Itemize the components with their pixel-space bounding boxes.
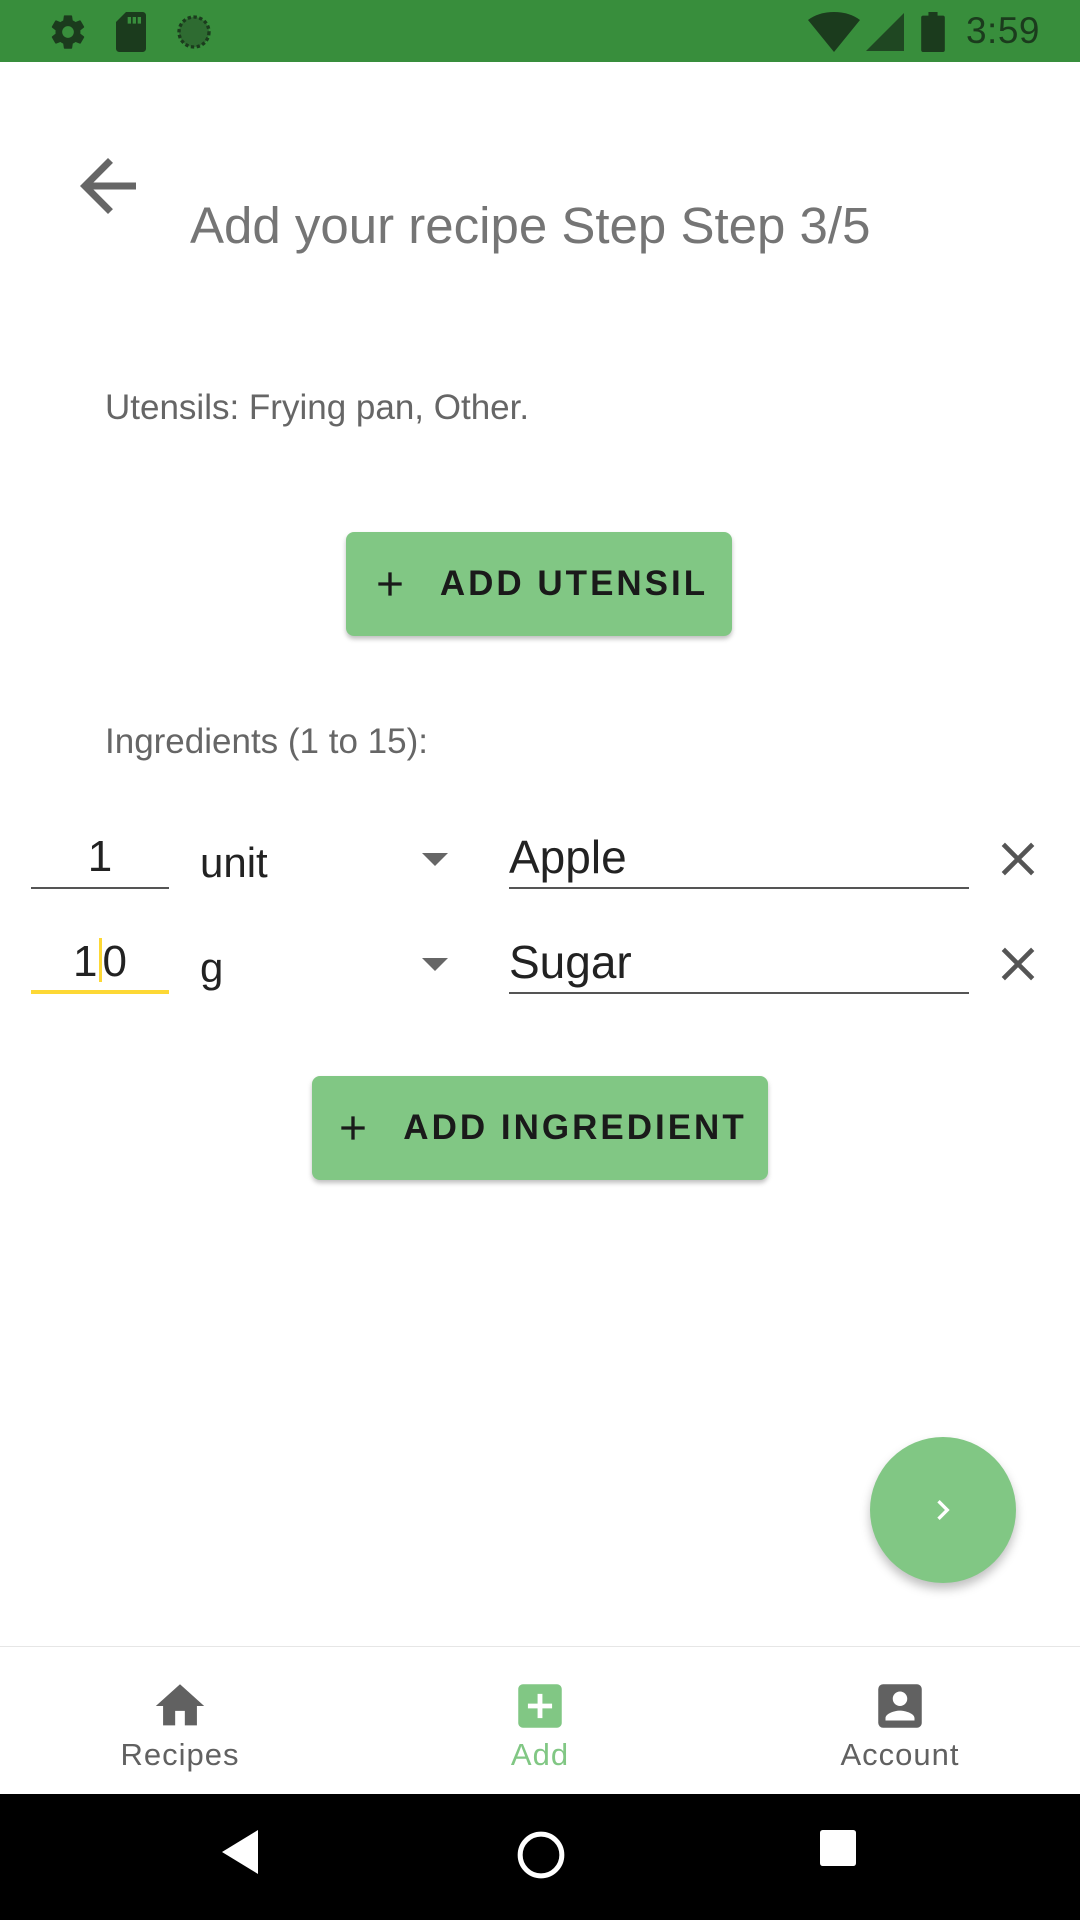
signal-icon <box>866 13 904 51</box>
add-utensil-button[interactable]: ADD UTENSIL <box>346 532 732 636</box>
account-box-icon <box>878 1684 922 1728</box>
overview-square-icon[interactable] <box>820 1830 856 1866</box>
back-button[interactable] <box>66 144 150 228</box>
home-icon <box>155 1684 205 1726</box>
utensils-label: Utensils: Frying pan, Other. <box>105 388 530 427</box>
ingredient-name-field[interactable]: Sugar <box>509 930 969 994</box>
battery-icon <box>921 12 945 52</box>
wifi-icon <box>808 12 860 52</box>
nav-item-add[interactable]: Add <box>360 1647 720 1795</box>
ingredient-row: 1 unit Apple <box>0 825 1080 925</box>
close-icon <box>1001 947 1035 981</box>
plus-icon <box>341 1116 365 1140</box>
add-ingredient-label: ADD INGREDIENT <box>403 1108 747 1147</box>
text-cursor <box>98 938 102 982</box>
nav-label-recipes: Recipes <box>120 1737 240 1772</box>
close-icon <box>1001 842 1035 876</box>
bottom-navigation: Recipes Add Account <box>0 1646 1080 1794</box>
next-step-button[interactable] <box>870 1437 1016 1583</box>
unit-select[interactable]: unit <box>200 839 268 887</box>
status-bar: 3:59 <box>0 0 1080 62</box>
ingredient-name-field[interactable]: Apple <box>509 825 969 889</box>
remove-ingredient-button[interactable] <box>990 936 1046 992</box>
unit-select[interactable]: g <box>200 944 223 992</box>
page-title: Add your recipe Step Step 3/5 <box>190 197 871 254</box>
quantity-text-before-cursor: 1 <box>73 937 98 986</box>
back-triangle-icon[interactable] <box>222 1830 262 1874</box>
add-utensil-label: ADD UTENSIL <box>439 564 709 603</box>
nav-label-account: Account <box>840 1737 960 1772</box>
home-circle-icon[interactable] <box>516 1830 566 1880</box>
gear-icon <box>51 15 85 49</box>
arrow-left-icon <box>80 158 136 214</box>
add-ingredient-button[interactable]: ADD INGREDIENT <box>312 1076 768 1180</box>
ingredients-label: Ingredients (1 to 15): <box>105 722 428 761</box>
dropdown-arrow-icon[interactable] <box>422 853 448 866</box>
chevron-right-icon <box>937 1500 950 1520</box>
nav-item-recipes[interactable]: Recipes <box>0 1647 360 1795</box>
sync-circle-icon <box>177 15 211 49</box>
status-time: 3:59 <box>965 10 1040 51</box>
quantity-field[interactable]: 10 <box>31 930 169 994</box>
remove-ingredient-button[interactable] <box>990 831 1046 887</box>
nav-item-account[interactable]: Account <box>720 1647 1080 1795</box>
dropdown-arrow-icon[interactable] <box>422 958 448 971</box>
ingredient-row: 10 g Sugar <box>0 930 1080 1030</box>
sd-card-icon <box>116 12 146 52</box>
system-navigation-bar <box>0 1794 1080 1920</box>
quantity-text-after-cursor: 0 <box>102 937 127 986</box>
plus-icon <box>378 572 402 596</box>
nav-label-add: Add <box>510 1737 570 1772</box>
add-box-icon <box>518 1684 562 1728</box>
app-bar: Add your recipe Step Step 3/5 <box>0 62 1080 267</box>
quantity-field[interactable]: 1 <box>31 825 169 889</box>
